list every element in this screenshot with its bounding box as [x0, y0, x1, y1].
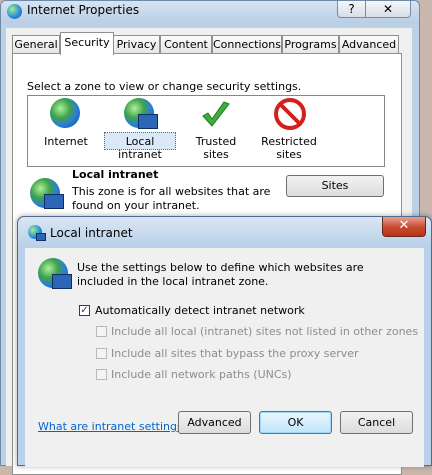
- checkbox-include-local-sites[interactable]: [96, 326, 107, 337]
- checkbox-bypass-proxy[interactable]: [96, 348, 107, 359]
- zone-local-intranet[interactable]: [124, 98, 158, 130]
- tab-privacy[interactable]: Privacy: [113, 35, 160, 54]
- checkbox-bypass-proxy-label[interactable]: Include all sites that bypass the proxy …: [111, 347, 359, 360]
- checkbox-network-paths-label[interactable]: Include all network paths (UNCs): [111, 368, 292, 381]
- window-title: Internet Properties: [27, 3, 140, 17]
- intranet-settings-help-link[interactable]: What are intranet settings?: [38, 420, 189, 433]
- local-intranet-title-icon: [28, 225, 46, 241]
- close-button[interactable]: ✕: [365, 1, 411, 18]
- zone-instruction: Select a zone to view or change security…: [27, 80, 302, 93]
- tab-security[interactable]: Security: [60, 32, 114, 55]
- advanced-button[interactable]: Advanced: [178, 411, 251, 434]
- zone-local-intranet-label[interactable]: Local intranet: [104, 135, 176, 161]
- local-intranet-large-icon: [30, 178, 64, 210]
- zone-description: This zone is for all websites that are f…: [72, 185, 271, 212]
- internet-options-icon: [7, 4, 22, 19]
- checkbox-network-paths[interactable]: [96, 369, 107, 380]
- help-button[interactable]: ?: [337, 1, 366, 18]
- tab-general[interactable]: General: [12, 35, 60, 54]
- sites-button[interactable]: Sites: [286, 175, 384, 197]
- local-intranet-info-icon: [38, 258, 72, 290]
- checkbox-auto-detect-label[interactable]: Automatically detect intranet network: [95, 304, 305, 317]
- zone-internet-label[interactable]: Internet: [40, 135, 92, 148]
- tab-content[interactable]: Content: [160, 35, 212, 54]
- zone-restricted-sites-label[interactable]: Restricted sites: [258, 135, 320, 161]
- monitor-icon: [138, 114, 158, 129]
- dialog-title: Local intranet: [50, 226, 133, 240]
- checkbox-auto-detect[interactable]: ✓: [79, 305, 90, 316]
- restricted-icon: [274, 98, 306, 130]
- globe-icon: [50, 98, 80, 128]
- checkmark-icon: [202, 101, 230, 127]
- zone-internet[interactable]: [50, 98, 82, 130]
- checkbox-include-local-sites-label[interactable]: Include all local (intranet) sites not l…: [111, 325, 418, 338]
- zone-trusted-sites-label[interactable]: Trusted sites: [183, 135, 249, 161]
- info-text: Use the settings below to define which w…: [77, 261, 364, 288]
- dialog-close-button[interactable]: ✕: [382, 217, 426, 237]
- tab-connections[interactable]: Connections: [212, 35, 282, 54]
- tab-advanced[interactable]: Advanced: [339, 35, 399, 54]
- tab-programs[interactable]: Programs: [282, 35, 339, 54]
- cancel-button[interactable]: Cancel: [340, 411, 413, 434]
- zone-trusted-sites[interactable]: [200, 99, 232, 131]
- zone-heading: Local intranet: [72, 168, 159, 181]
- ok-button[interactable]: OK: [259, 411, 332, 434]
- zone-restricted-sites[interactable]: [274, 98, 306, 130]
